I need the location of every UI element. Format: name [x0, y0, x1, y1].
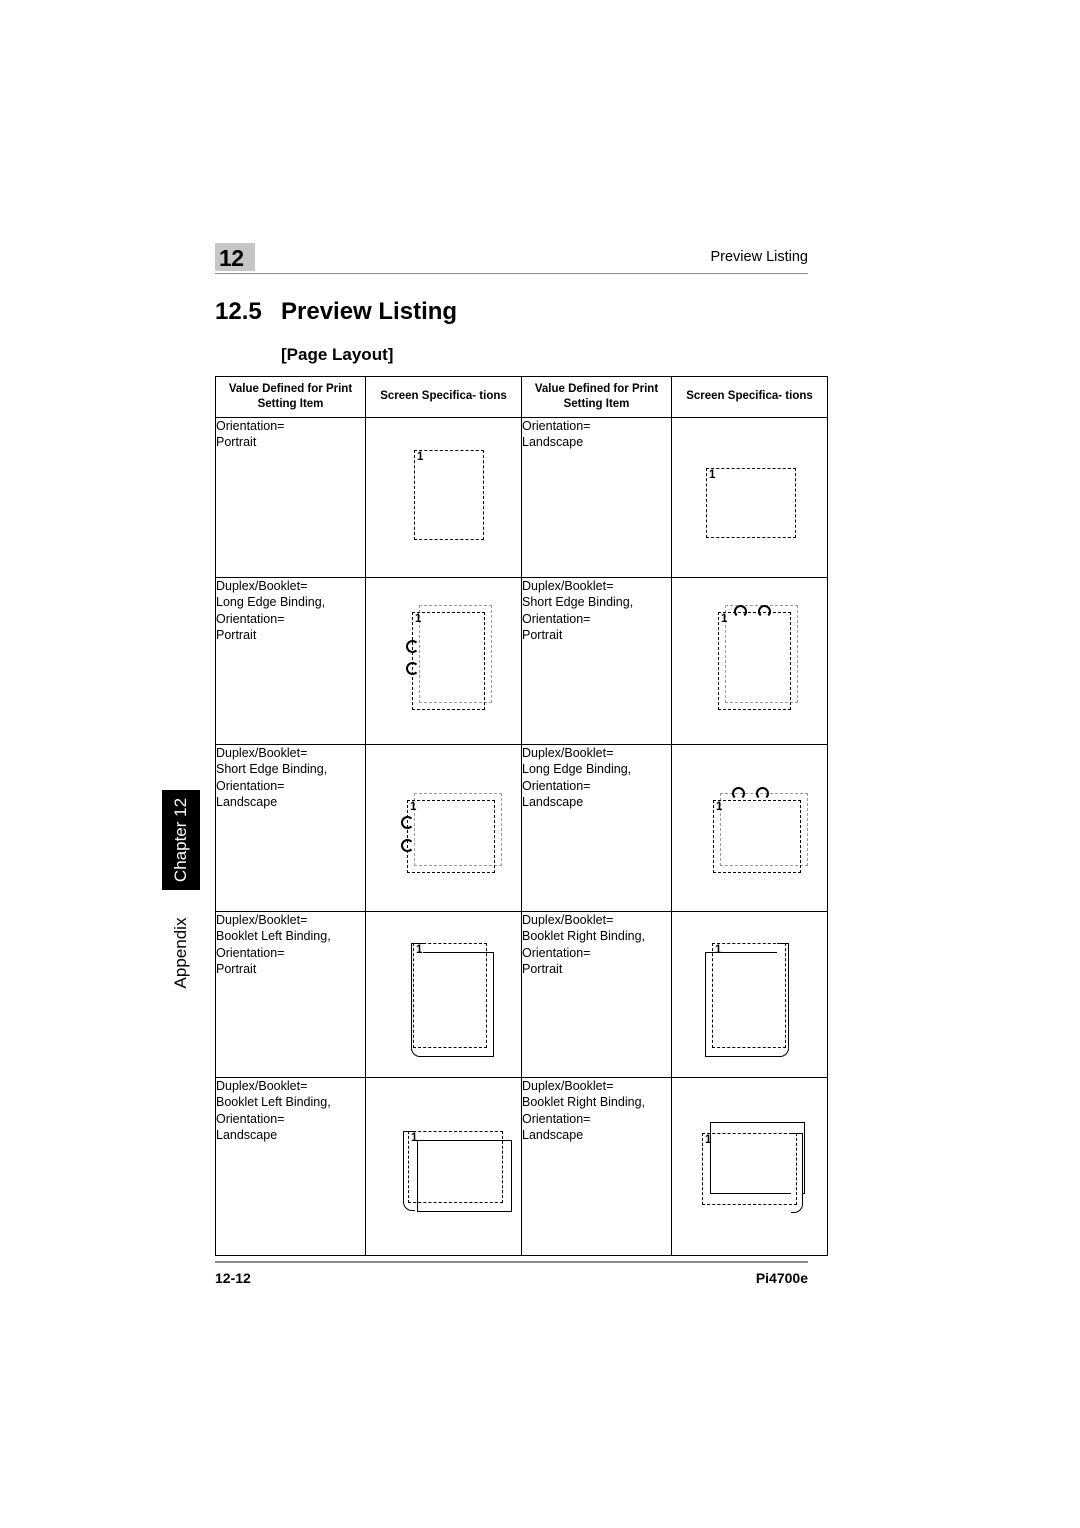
column-header-setting-right: Value Defined for Print Setting Item	[521, 376, 672, 418]
table-row: Duplex/Booklet= Long Edge Binding, Orien…	[215, 577, 828, 745]
section-name: Preview Listing	[281, 298, 458, 325]
setting-text: Duplex/Booklet= Booklet Right Binding, O…	[521, 911, 672, 1078]
binding-ring-icon	[732, 787, 745, 800]
setting-text: Duplex/Booklet= Short Edge Binding, Orie…	[521, 577, 672, 745]
page-outline-front	[408, 1131, 503, 1203]
column-header-spec-left: Screen Specifica- tions	[365, 376, 522, 418]
page-outline-front	[712, 943, 786, 1048]
page-marker-label: 1	[705, 1134, 712, 1146]
page-outline-front	[702, 1133, 797, 1205]
footer-page-number: 12-12	[215, 1270, 251, 1286]
page-layout-spec-table: Value Defined for Print Setting Item Scr…	[215, 376, 828, 1256]
page-outline-front	[407, 800, 495, 873]
page-outline-front	[718, 612, 791, 710]
page-outline-front	[412, 612, 485, 710]
setting-text: Orientation= Landscape	[521, 417, 672, 578]
table-row: Duplex/Booklet= Booklet Left Binding, Or…	[215, 1077, 828, 1256]
page-marker-label: 1	[417, 451, 424, 463]
footer-divider	[215, 1261, 808, 1263]
column-header-spec-right: Screen Specifica- tions	[671, 376, 828, 418]
figure-portrait-booklet-left: 1	[365, 911, 522, 1078]
chapter-side-tab-label: Chapter 12	[171, 797, 190, 883]
table-header-row: Value Defined for Print Setting Item Scr…	[215, 376, 828, 418]
binding-ring-icon	[756, 787, 769, 800]
figure-portrait-long-edge-binding: 1	[365, 577, 522, 745]
setting-text: Duplex/Booklet= Long Edge Binding, Orien…	[215, 577, 366, 745]
header-divider	[215, 273, 808, 274]
figure-landscape-booklet-left: 1	[365, 1077, 522, 1256]
appendix-side-tab-label: Appendix	[171, 917, 190, 989]
setting-text: Duplex/Booklet= Booklet Left Binding, Or…	[215, 911, 366, 1078]
binding-ring-icon	[734, 605, 747, 618]
table-row: Orientation= Portrait 1 Orientation= Lan…	[215, 417, 828, 578]
page-outline-front	[413, 943, 487, 1048]
binding-ring-icon	[406, 662, 419, 675]
binding-ring-icon	[401, 816, 414, 829]
appendix-side-tab: Appendix	[162, 905, 200, 1001]
subsection-title: [Page Layout]	[281, 345, 394, 364]
binding-ring-icon	[406, 640, 419, 653]
setting-text: Duplex/Booklet= Booklet Left Binding, Or…	[215, 1077, 366, 1256]
column-header-setting-left: Value Defined for Print Setting Item	[215, 376, 366, 418]
page-marker-label: 1	[716, 801, 723, 813]
figure-portrait-booklet-right: 1	[671, 911, 828, 1078]
page-marker-label: 1	[721, 613, 728, 625]
figure-landscape-long-edge-binding: 1	[671, 744, 828, 912]
chapter-number: 12	[219, 245, 244, 271]
chapter-side-tab: Chapter 12	[162, 790, 200, 890]
page-marker-label: 1	[415, 613, 422, 625]
section-number: 12.5	[215, 298, 262, 325]
page-title: 12.5 Preview Listing	[215, 298, 457, 326]
page-header: 12 Preview Listing	[215, 243, 808, 283]
setting-text: Duplex/Booklet= Booklet Right Binding, O…	[521, 1077, 672, 1256]
page-marker-label: 1	[410, 801, 417, 813]
page-outline	[706, 468, 796, 538]
setting-text: Orientation= Portrait	[215, 417, 366, 578]
footer-product-code: Pi4700e	[755, 1270, 808, 1286]
page-outline	[414, 450, 484, 540]
figure-single-landscape-page: 1	[671, 417, 828, 578]
figure-landscape-short-edge-binding: 1	[365, 744, 522, 912]
page-marker-label: 1	[411, 1132, 418, 1144]
page-marker-label: 1	[416, 944, 423, 956]
figure-landscape-booklet-right: 1	[671, 1077, 828, 1256]
page-marker-label: 1	[715, 944, 722, 956]
page-marker-label: 1	[709, 469, 716, 481]
binding-ring-icon	[758, 605, 771, 618]
table-row: Duplex/Booklet= Short Edge Binding, Orie…	[215, 744, 828, 912]
setting-text: Duplex/Booklet= Long Edge Binding, Orien…	[521, 744, 672, 912]
setting-text: Duplex/Booklet= Short Edge Binding, Orie…	[215, 744, 366, 912]
figure-single-portrait-page: 1	[365, 417, 522, 578]
figure-portrait-short-edge-binding: 1	[671, 577, 828, 745]
table-row: Duplex/Booklet= Booklet Left Binding, Or…	[215, 911, 828, 1078]
page-outline-front	[713, 800, 801, 873]
running-header-title: Preview Listing	[710, 249, 808, 265]
binding-ring-icon	[401, 839, 414, 852]
